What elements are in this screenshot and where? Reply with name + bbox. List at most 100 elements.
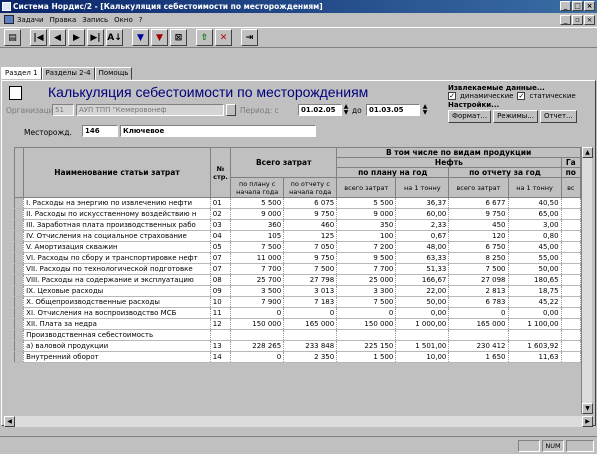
- cell-a[interactable]: 0: [230, 307, 285, 319]
- cell-name[interactable]: III. Заработная плата производственных р…: [23, 219, 211, 231]
- cell-b[interactable]: 3 013: [283, 285, 338, 297]
- cell-f[interactable]: 0,00: [508, 307, 562, 319]
- col-report-year-header[interactable]: по отчету за год: [448, 167, 562, 178]
- cell-f[interactable]: 45,22: [508, 296, 562, 308]
- col-oil-header[interactable]: Нефть: [336, 157, 562, 168]
- cell-d[interactable]: 0,00: [395, 307, 450, 319]
- menu-window[interactable]: Окно: [114, 14, 133, 26]
- cell-d[interactable]: 2,33: [395, 219, 450, 231]
- cell-num[interactable]: 08: [210, 274, 232, 286]
- cell-b[interactable]: 7 500: [283, 263, 338, 275]
- scroll-down-icon[interactable]: ▼: [582, 403, 593, 414]
- cell-a[interactable]: 360: [230, 219, 285, 231]
- cell-gas[interactable]: [561, 241, 582, 253]
- col-num-header[interactable]: № стр.: [209, 147, 232, 198]
- mdi-close-button[interactable]: ×: [584, 15, 595, 25]
- table-row[interactable]: VI. Расходы по сбору и транспортировке н…: [13, 252, 582, 264]
- sort-icon[interactable]: A↓: [106, 29, 123, 46]
- sub-total-header[interactable]: всего затрат: [336, 177, 397, 198]
- cell-d[interactable]: 10,00: [395, 351, 450, 363]
- cell-f[interactable]: 65,00: [508, 208, 562, 220]
- cell-e[interactable]: 7 500: [448, 263, 509, 275]
- col-po-header[interactable]: по: [560, 167, 582, 178]
- cell-c[interactable]: 7 500: [336, 296, 397, 308]
- cell-c[interactable]: 9 500: [336, 252, 397, 264]
- horizontal-scrollbar[interactable]: ◀ ▶: [4, 416, 593, 427]
- date-to-spinner[interactable]: ▲ ▼: [421, 104, 429, 116]
- cell-b[interactable]: 125: [283, 230, 338, 242]
- cell-c[interactable]: 3 300: [336, 285, 397, 297]
- row-selector[interactable]: [13, 340, 25, 352]
- cell-name[interactable]: Внутренний оборот: [23, 351, 211, 363]
- cell-gas[interactable]: [561, 274, 582, 286]
- menu-help[interactable]: ?: [139, 14, 143, 26]
- cell-a[interactable]: [230, 329, 285, 341]
- cell-name[interactable]: VII. Расходы по технологической подготов…: [23, 263, 211, 275]
- cell-name[interactable]: V. Амортизация скважин: [23, 241, 211, 253]
- date-from-field[interactable]: 01.02.05: [298, 104, 342, 116]
- cell-b[interactable]: 9 750: [283, 252, 338, 264]
- cell-a[interactable]: 5 500: [230, 197, 285, 209]
- cell-d[interactable]: 36,37: [395, 197, 450, 209]
- cell-e[interactable]: 0: [448, 307, 509, 319]
- cell-num[interactable]: 14: [210, 351, 232, 363]
- cell-e[interactable]: 450: [448, 219, 509, 231]
- sub-per-ton2-header[interactable]: на 1 тонну: [507, 177, 562, 198]
- org-code-field[interactable]: 51: [52, 104, 74, 116]
- cell-e[interactable]: 6 750: [448, 241, 509, 253]
- scroll-left-icon[interactable]: ◀: [4, 416, 15, 427]
- cell-f[interactable]: 3,00: [508, 219, 562, 231]
- cell-b[interactable]: 0: [283, 307, 338, 319]
- row-selector[interactable]: [13, 285, 25, 297]
- cell-f[interactable]: 50,00: [508, 263, 562, 275]
- cell-d[interactable]: 0,67: [395, 230, 450, 242]
- cell-gas[interactable]: [561, 296, 582, 308]
- table-row[interactable]: V. Амортизация скважин 05 7 500 7 050 7 200 4…: [13, 241, 582, 253]
- prev-record-icon[interactable]: ◀: [49, 29, 66, 46]
- cell-d[interactable]: 22,00: [395, 285, 450, 297]
- filter-icon[interactable]: ▼: [132, 29, 149, 46]
- next-record-icon[interactable]: ▶: [68, 29, 85, 46]
- row-selector[interactable]: [13, 197, 25, 209]
- mdi-minimize-button[interactable]: _: [560, 15, 571, 25]
- cell-c[interactable]: 25 000: [336, 274, 397, 286]
- cell-gas[interactable]: [561, 307, 582, 319]
- field-name-input[interactable]: Ключевое: [120, 125, 316, 137]
- row-selector[interactable]: [13, 219, 25, 231]
- cell-e[interactable]: 8 250: [448, 252, 509, 264]
- cell-b[interactable]: 2 350: [283, 351, 338, 363]
- cell-num[interactable]: 01: [210, 197, 232, 209]
- table-row[interactable]: IV. Отчисления на социальное страхование…: [13, 230, 582, 242]
- tab-section1[interactable]: Раздел 1: [1, 67, 42, 80]
- cell-f[interactable]: 180,65: [508, 274, 562, 286]
- cell-e[interactable]: 230 412: [448, 340, 509, 352]
- row-selector[interactable]: [13, 318, 25, 330]
- cell-gas[interactable]: [561, 285, 582, 297]
- cell-f[interactable]: [508, 329, 562, 341]
- filter-apply-icon[interactable]: ▼: [151, 29, 168, 46]
- static-checkbox[interactable]: ✓: [517, 92, 526, 100]
- cell-e[interactable]: 165 000: [448, 318, 509, 330]
- cell-a[interactable]: 7 500: [230, 241, 285, 253]
- cell-num[interactable]: 10: [210, 296, 232, 308]
- cell-f[interactable]: 0,80: [508, 230, 562, 242]
- cell-d[interactable]: 166,67: [395, 274, 450, 286]
- cell-b[interactable]: 7 183: [283, 296, 338, 308]
- table-row[interactable]: Производственная себестоимость: [13, 329, 582, 341]
- sub-vs-header[interactable]: вс: [560, 177, 582, 198]
- cell-d[interactable]: 48,00: [395, 241, 450, 253]
- last-record-icon[interactable]: ▶|: [87, 29, 104, 46]
- table-row[interactable]: IX. Цеховые расходы 09 3 500 3 013 3 300 22,0…: [13, 285, 582, 297]
- row-selector[interactable]: [13, 208, 25, 220]
- cell-e[interactable]: 120: [448, 230, 509, 242]
- cell-d[interactable]: 1 000,00: [395, 318, 450, 330]
- cell-e[interactable]: 9 750: [448, 208, 509, 220]
- cell-num[interactable]: 13: [210, 340, 232, 352]
- cell-name[interactable]: II. Расходы по искусственному воздействи…: [23, 208, 211, 220]
- cell-e[interactable]: [448, 329, 509, 341]
- cell-b[interactable]: 460: [283, 219, 338, 231]
- date-from-spinner[interactable]: ▲ ▼: [342, 104, 350, 116]
- org-name-field[interactable]: АУП ТПП "Кемеровонеф: [76, 104, 224, 116]
- exit-icon[interactable]: ⇥: [241, 29, 258, 46]
- cell-gas[interactable]: [561, 208, 582, 220]
